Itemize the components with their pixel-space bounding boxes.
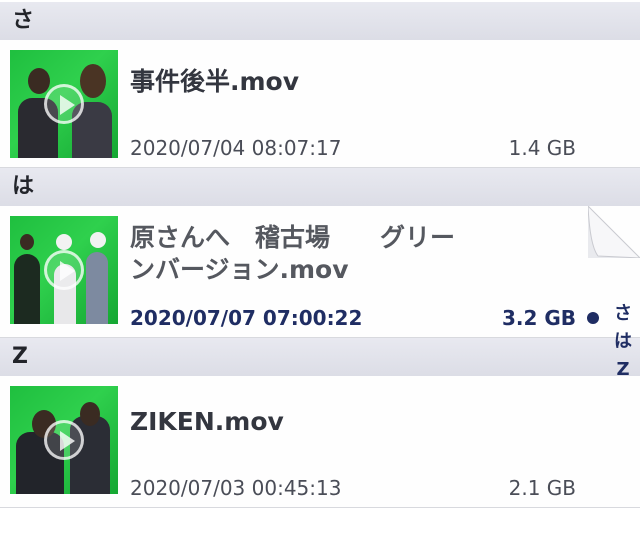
- page-curl-icon[interactable]: [588, 206, 640, 258]
- section-header-ha: は: [0, 168, 640, 206]
- file-date: 2020/07/03 00:45:13: [130, 476, 342, 500]
- file-title: 事件後半.mov: [130, 67, 300, 96]
- video-thumbnail[interactable]: [10, 216, 118, 324]
- list-item-selected[interactable]: 原さんへ 稽古場 グリー ンバージョン.mov 2020/07/07 07:00…: [0, 206, 640, 338]
- video-thumbnail[interactable]: [10, 50, 118, 158]
- play-icon: [44, 84, 84, 124]
- section-header-label: さ: [12, 8, 35, 33]
- file-size: 1.4 GB: [508, 136, 576, 160]
- list-item[interactable]: ZIKEN.mov 2020/07/03 00:45:13 2.1 GB: [0, 376, 640, 508]
- section-header-label: Z: [12, 344, 28, 369]
- file-size: 2.1 GB: [508, 476, 576, 500]
- index-item[interactable]: は: [612, 328, 634, 356]
- index-item[interactable]: さ: [612, 300, 634, 328]
- play-icon: [44, 420, 84, 460]
- file-date: 2020/07/04 08:07:17: [130, 136, 342, 160]
- file-title: ZIKEN.mov: [130, 407, 284, 436]
- section-header-z: Z: [0, 338, 640, 376]
- file-size: 3.2 GB: [501, 306, 576, 330]
- section-header-sa: さ: [0, 2, 640, 40]
- file-date: 2020/07/07 07:00:22: [130, 306, 363, 330]
- file-title-line1: 原さんへ 稽古場 グリー: [130, 223, 456, 252]
- file-title: 原さんへ 稽古場 グリー ンバージョン.mov: [130, 222, 490, 286]
- file-title-line2: ンバージョン.mov: [130, 255, 349, 284]
- new-indicator-dot: [587, 312, 599, 324]
- video-thumbnail[interactable]: [10, 386, 118, 494]
- play-icon: [44, 250, 84, 290]
- index-item[interactable]: Z: [612, 356, 634, 384]
- list-item[interactable]: 事件後半.mov 2020/07/04 08:07:17 1.4 GB: [0, 40, 640, 168]
- section-header-label: は: [12, 174, 35, 199]
- section-index-bar[interactable]: さ は Z: [612, 300, 634, 384]
